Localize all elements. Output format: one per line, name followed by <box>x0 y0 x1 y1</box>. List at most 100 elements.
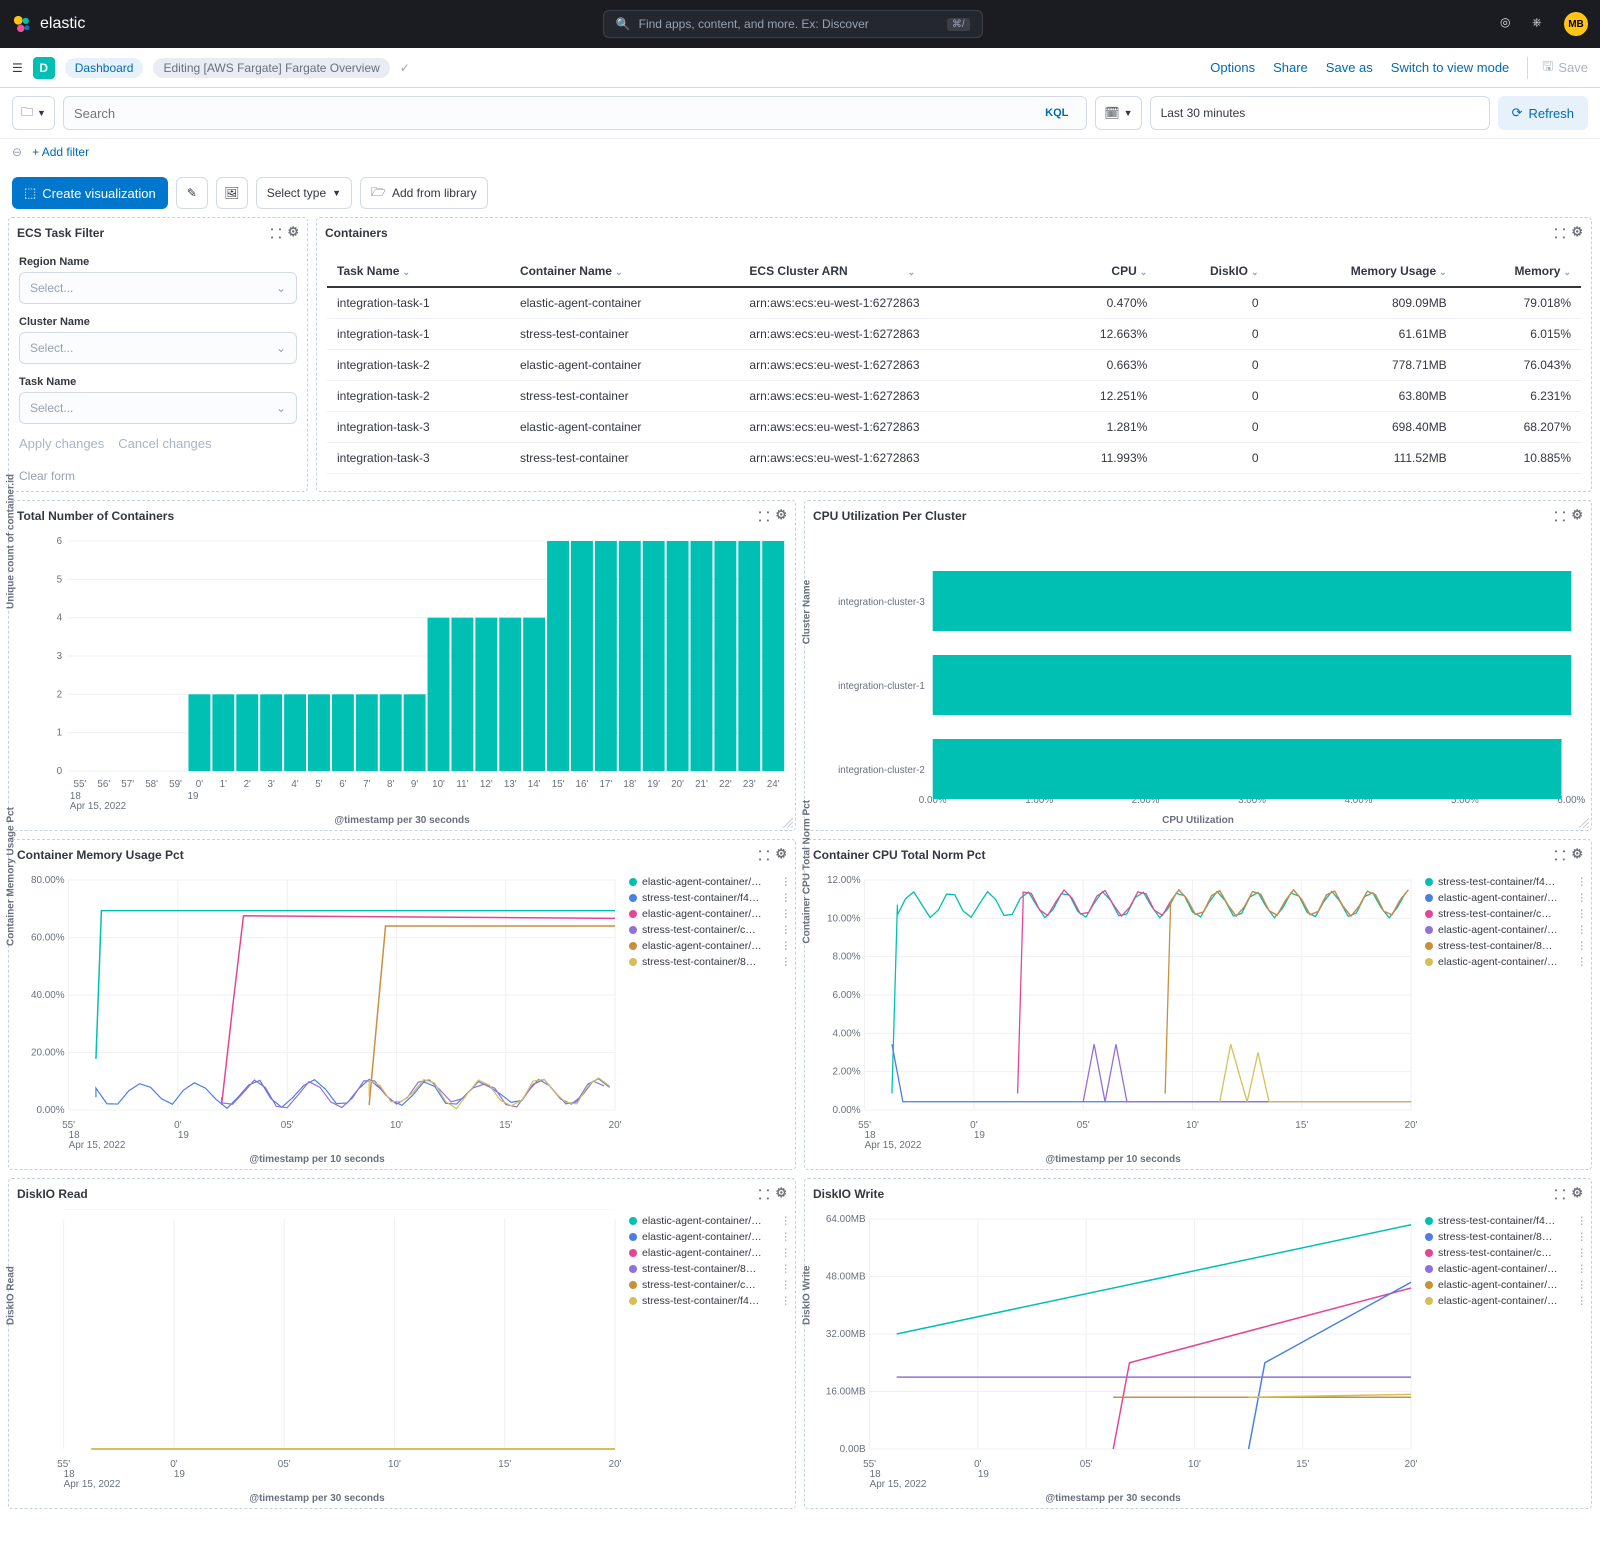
breadcrumb-dashboard[interactable]: Dashboard <box>65 58 144 78</box>
task-select[interactable]: Select...⌄ <box>19 392 297 424</box>
add-text-button[interactable]: ✎ <box>176 177 208 209</box>
panel-add-icon[interactable]: ⸬ <box>759 1185 770 1203</box>
legend-item[interactable]: elastic-agent-container/…⋮ <box>1425 956 1587 968</box>
gear-icon[interactable]: ⚙ <box>1571 507 1583 525</box>
legend-item[interactable]: stress-test-container/c…⋮ <box>1425 908 1587 920</box>
legend-item[interactable]: elastic-agent-container/…⋮ <box>1425 1279 1587 1291</box>
svg-text:14': 14' <box>528 779 541 790</box>
svg-text:5': 5' <box>315 779 322 790</box>
col-diskio[interactable]: DiskIO⌄ <box>1157 256 1268 287</box>
legend-item[interactable]: stress-test-container/c…⋮ <box>629 924 791 936</box>
add-image-button[interactable]: 🖼 <box>216 177 248 209</box>
legend-item[interactable]: stress-test-container/f4…⋮ <box>1425 1215 1587 1227</box>
add-from-library-button[interactable]: 🗁Add from library <box>360 177 488 209</box>
col-task[interactable]: Task Name⌄ <box>327 256 510 287</box>
chevron-down-icon: ⌄ <box>276 281 286 295</box>
save-as-link[interactable]: Save as <box>1326 60 1373 75</box>
panel-title: ECS Task Filter <box>17 226 104 240</box>
resize-handle-icon[interactable] <box>1579 818 1589 828</box>
panel-add-icon[interactable]: ⸬ <box>1555 846 1566 864</box>
kql-search-input[interactable] <box>74 106 1037 121</box>
table-row[interactable]: integration-task-2elastic-agent-containe… <box>327 350 1581 381</box>
gear-icon[interactable]: ⚙ <box>775 1185 787 1203</box>
gear-icon[interactable]: ⚙ <box>775 507 787 525</box>
chart-diskio-read[interactable]: DiskIO Read 0.00B55'0'05'10'15'20'1819Ap… <box>9 1209 625 1489</box>
legend-item[interactable]: elastic-agent-container/…⋮ <box>1425 1295 1587 1307</box>
date-quick-select-button[interactable]: 🗓▼ <box>1095 96 1141 130</box>
legend-item[interactable]: stress-test-container/f4…⋮ <box>629 1295 791 1307</box>
integrations-icon[interactable]: ⎈ <box>1532 15 1550 33</box>
table-row[interactable]: integration-task-2stress-test-containera… <box>327 381 1581 412</box>
cluster-select[interactable]: Select...⌄ <box>19 332 297 364</box>
legend-item[interactable]: stress-test-container/f4…⋮ <box>629 892 791 904</box>
svg-text:4: 4 <box>57 613 63 624</box>
add-filter-button[interactable]: + Add filter <box>32 145 89 159</box>
newsfeed-icon[interactable]: ◎ <box>1500 15 1518 33</box>
legend-item[interactable]: stress-test-container/8…⋮ <box>629 956 791 968</box>
apply-changes-button: Apply changes <box>19 436 104 451</box>
legend-item[interactable]: elastic-agent-container/…⋮ <box>629 876 791 888</box>
legend-item[interactable]: elastic-agent-container/…⋮ <box>1425 1263 1587 1275</box>
options-link[interactable]: Options <box>1210 60 1255 75</box>
share-link[interactable]: Share <box>1273 60 1308 75</box>
legend-item[interactable]: stress-test-container/8…⋮ <box>629 1263 791 1275</box>
panel-add-icon[interactable]: ⸬ <box>1555 507 1566 525</box>
table-row[interactable]: integration-task-1stress-test-containera… <box>327 319 1581 350</box>
panel-add-icon[interactable]: ⸬ <box>271 224 282 242</box>
svg-text:6.00%: 6.00% <box>832 990 860 1001</box>
select-type-button[interactable]: Select type▼ <box>256 177 352 209</box>
panel-add-icon[interactable]: ⸬ <box>759 507 770 525</box>
filter-settings-icon[interactable]: ⊖ <box>12 145 22 159</box>
chart-memory-pct[interactable]: Container Memory Usage Pct 0.00%20.00%40… <box>9 870 625 1150</box>
legend-item[interactable]: stress-test-container/8…⋮ <box>1425 940 1587 952</box>
legend-item[interactable]: stress-test-container/f4…⋮ <box>1425 876 1587 888</box>
col-container[interactable]: Container Name⌄ <box>510 256 739 287</box>
global-search-input[interactable]: 🔍 Find apps, content, and more. Ex: Disc… <box>603 10 983 38</box>
legend-item[interactable]: elastic-agent-container/…⋮ <box>629 908 791 920</box>
col-cpu[interactable]: CPU⌄ <box>1048 256 1157 287</box>
chart-diskio-write[interactable]: DiskIO Write 0.00B16.00MB32.00MB48.00MB6… <box>805 1209 1421 1489</box>
gear-icon[interactable]: ⚙ <box>1571 1185 1583 1203</box>
legend-item[interactable]: elastic-agent-container/…⋮ <box>629 1247 791 1259</box>
resize-handle-icon[interactable] <box>783 818 793 828</box>
gear-icon[interactable]: ⚙ <box>775 846 787 864</box>
date-range-picker[interactable]: Last 30 minutes <box>1150 96 1490 130</box>
region-select[interactable]: Select...⌄ <box>19 272 297 304</box>
legend-item[interactable]: elastic-agent-container/…⋮ <box>629 1215 791 1227</box>
legend-item[interactable]: stress-test-container/c…⋮ <box>629 1279 791 1291</box>
table-row[interactable]: integration-task-3elastic-agent-containe… <box>327 412 1581 443</box>
nav-toggle-icon[interactable]: ☰ <box>12 61 23 75</box>
col-mem[interactable]: Memory⌄ <box>1457 256 1581 287</box>
panel-add-icon[interactable]: ⸬ <box>1555 1185 1566 1203</box>
panel-add-icon[interactable]: ⸬ <box>759 846 770 864</box>
table-row[interactable]: integration-task-1elastic-agent-containe… <box>327 287 1581 319</box>
chart-cpu-norm[interactable]: Container CPU Total Norm Pct 0.00%2.00%4… <box>805 870 1421 1150</box>
chart-total-containers[interactable]: Unique count of container.id 012345655'5… <box>9 531 795 811</box>
table-row[interactable]: integration-task-3stress-test-containera… <box>327 443 1581 474</box>
refresh-button[interactable]: ⟳Refresh <box>1498 96 1588 130</box>
brand-logo[interactable]: elastic <box>12 14 85 34</box>
legend-item[interactable]: stress-test-container/8…⋮ <box>1425 1231 1587 1243</box>
col-mem-usage[interactable]: Memory Usage⌄ <box>1269 256 1457 287</box>
legend-item[interactable]: elastic-agent-container/…⋮ <box>629 1231 791 1243</box>
gear-icon[interactable]: ⚙ <box>1571 224 1583 242</box>
create-visualization-button[interactable]: ⬚Create visualization <box>12 177 168 209</box>
gear-icon[interactable]: ⚙ <box>1571 846 1583 864</box>
col-arn[interactable]: ECS Cluster ARN⌄ <box>739 256 1048 287</box>
switch-view-link[interactable]: Switch to view mode <box>1391 60 1510 75</box>
legend-item[interactable]: elastic-agent-container/…⋮ <box>629 940 791 952</box>
clear-form-button[interactable]: Clear form <box>19 469 297 483</box>
chart-cpu-cluster[interactable]: Cluster Name 0.00%1.00%2.00%3.00%4.00%5.… <box>805 531 1591 811</box>
breadcrumb-editing[interactable]: Editing [AWS Fargate] Fargate Overview <box>153 58 389 78</box>
kql-search-box[interactable]: KQL <box>63 96 1087 130</box>
query-bar: 🗀▼ KQL 🗓▼ Last 30 minutes ⟳Refresh <box>0 88 1600 139</box>
legend-item[interactable]: elastic-agent-container/…⋮ <box>1425 924 1587 936</box>
legend-item[interactable]: stress-test-container/c…⋮ <box>1425 1247 1587 1259</box>
kql-badge[interactable]: KQL <box>1037 107 1076 119</box>
panel-add-icon[interactable]: ⸬ <box>1555 224 1566 242</box>
saved-query-button[interactable]: 🗀▼ <box>12 96 55 130</box>
gear-icon[interactable]: ⚙ <box>287 224 299 242</box>
svg-text:20': 20' <box>1405 1120 1418 1131</box>
legend-item[interactable]: elastic-agent-container/…⋮ <box>1425 892 1587 904</box>
user-avatar[interactable]: MB <box>1564 12 1588 36</box>
